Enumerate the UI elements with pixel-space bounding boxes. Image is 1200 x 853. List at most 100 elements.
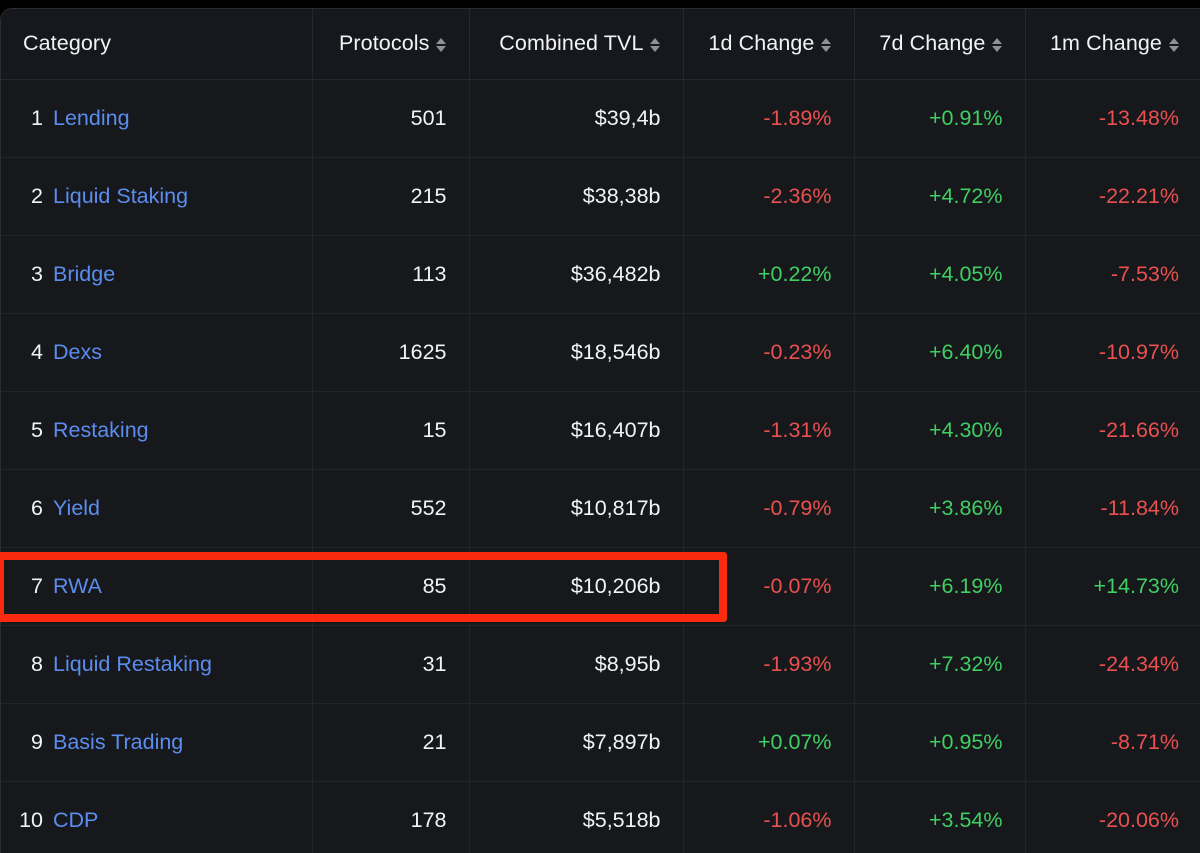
sort-arrows-icon[interactable]: [436, 37, 447, 52]
rank-number: 3: [31, 261, 43, 286]
cell-7d-change: +6.19%: [854, 547, 1026, 626]
category-link[interactable]: Liquid Staking: [53, 184, 188, 208]
column-header-inner: 7d Change: [877, 9, 1003, 79]
cell-1m-change: -21.66%: [1025, 391, 1200, 470]
cell-category: 8 Liquid Restaking: [1, 625, 313, 704]
cell-7d-change: +3.86%: [854, 469, 1026, 548]
cell-1d-change: -0.23%: [683, 313, 855, 392]
rank-number: 2: [31, 183, 43, 208]
cell-7d-change: +0.91%: [854, 79, 1026, 158]
category-tvl-table: Category Protocols Combined TVL 1d Change 7d…: [1, 9, 1200, 853]
category-link[interactable]: Yield: [53, 496, 100, 520]
table-row[interactable]: 1 Lending 501 $39,4b -1.89% +0.91% -13.48%: [1, 79, 1200, 158]
cell-category: 1 Lending: [1, 79, 313, 158]
sort-arrows-icon[interactable]: [821, 37, 832, 52]
cell-combined-tvl: $10,817b: [469, 469, 684, 548]
category-link[interactable]: RWA: [53, 574, 102, 598]
table-body: 1 Lending 501 $39,4b -1.89% +0.91% -13.48% 2 Liq…: [1, 79, 1200, 853]
column-header-d7[interactable]: 7d Change: [854, 9, 1026, 80]
column-header-protocols[interactable]: Protocols: [312, 9, 470, 80]
cell-protocols: 215: [312, 157, 470, 236]
cell-1d-change: +0.07%: [683, 703, 855, 782]
screenshot-root: Category Protocols Combined TVL 1d Change 7d…: [0, 0, 1200, 853]
cell-1d-change: -1.06%: [683, 781, 855, 853]
column-header-tvl[interactable]: Combined TVL: [469, 9, 684, 80]
table-row[interactable]: 3 Bridge 113 $36,482b +0.22% +4.05% -7.53%: [1, 235, 1200, 314]
column-header-inner: Category: [23, 9, 290, 79]
cell-7d-change: +7.32%: [854, 625, 1026, 704]
rank-number: 4: [31, 339, 43, 364]
sort-arrows-icon[interactable]: [1168, 37, 1179, 52]
table-row[interactable]: 5 Restaking 15 $16,407b -1.31% +4.30% -21.66%: [1, 391, 1200, 470]
cell-1d-change: -0.07%: [683, 547, 855, 626]
table-row[interactable]: 7 RWA 85 $10,206b -0.07% +6.19% +14.73%: [1, 547, 1200, 626]
category-link[interactable]: Dexs: [53, 340, 102, 364]
cell-combined-tvl: $10,206b: [469, 547, 684, 626]
column-header-category: Category: [1, 9, 313, 80]
cell-combined-tvl: $8,95b: [469, 625, 684, 704]
column-header-inner: Combined TVL: [492, 9, 661, 79]
cell-1d-change: -0.79%: [683, 469, 855, 548]
cell-category: 2 Liquid Staking: [1, 157, 313, 236]
table-row[interactable]: 4 Dexs 1625 $18,546b -0.23% +6.40% -10.97%: [1, 313, 1200, 392]
table-row[interactable]: 6 Yield 552 $10,817b -0.79% +3.86% -11.84%: [1, 469, 1200, 548]
cell-combined-tvl: $36,482b: [469, 235, 684, 314]
sort-arrows-icon[interactable]: [992, 37, 1003, 52]
column-header-label: Combined TVL: [499, 31, 644, 56]
column-header-m1[interactable]: 1m Change: [1025, 9, 1200, 80]
cell-1m-change: -22.21%: [1025, 157, 1200, 236]
cell-protocols: 21: [312, 703, 470, 782]
cell-combined-tvl: $18,546b: [469, 313, 684, 392]
cell-combined-tvl: $7,897b: [469, 703, 684, 782]
column-header-label: 7d Change: [879, 31, 986, 56]
cell-1m-change: -7.53%: [1025, 235, 1200, 314]
cell-7d-change: +4.30%: [854, 391, 1026, 470]
cell-protocols: 85: [312, 547, 470, 626]
category-link[interactable]: CDP: [53, 808, 98, 832]
table-row[interactable]: 10 CDP 178 $5,518b -1.06% +3.54% -20.06%: [1, 781, 1200, 853]
table-row[interactable]: 9 Basis Trading 21 $7,897b +0.07% +0.95% -8.71…: [1, 703, 1200, 782]
rank-number: 6: [31, 495, 43, 520]
cell-1d-change: -1.31%: [683, 391, 855, 470]
rank-number: 8: [31, 651, 43, 676]
table-header: Category Protocols Combined TVL 1d Change 7d…: [1, 9, 1200, 80]
column-header-label: Protocols: [338, 31, 430, 56]
cell-protocols: 501: [312, 79, 470, 158]
cell-1m-change: -10.97%: [1025, 313, 1200, 392]
cell-1m-change: +14.73%: [1025, 547, 1200, 626]
cell-protocols: 552: [312, 469, 470, 548]
cell-1m-change: -13.48%: [1025, 79, 1200, 158]
category-link[interactable]: Liquid Restaking: [53, 652, 212, 676]
column-header-label: 1d Change: [708, 31, 815, 56]
cell-category: 4 Dexs: [1, 313, 313, 392]
cell-7d-change: +0.95%: [854, 703, 1026, 782]
category-link[interactable]: Basis Trading: [53, 730, 183, 754]
column-header-d1[interactable]: 1d Change: [683, 9, 855, 80]
cell-1d-change: -2.36%: [683, 157, 855, 236]
table-row[interactable]: 2 Liquid Staking 215 $38,38b -2.36% +4.72% -22…: [1, 157, 1200, 236]
cell-1d-change: -1.89%: [683, 79, 855, 158]
rank-number: 9: [31, 729, 43, 754]
category-link[interactable]: Lending: [53, 106, 130, 130]
column-header-inner: 1m Change: [1048, 9, 1180, 79]
cell-protocols: 1625: [312, 313, 470, 392]
cell-7d-change: +4.05%: [854, 235, 1026, 314]
cell-category: 7 RWA: [1, 547, 313, 626]
table-row[interactable]: 8 Liquid Restaking 31 $8,95b -1.93% +7.32% -24…: [1, 625, 1200, 704]
rank-number: 7: [31, 573, 43, 598]
column-header-label: 1m Change: [1049, 31, 1162, 56]
cell-1d-change: +0.22%: [683, 235, 855, 314]
cell-category: 3 Bridge: [1, 235, 313, 314]
cell-protocols: 31: [312, 625, 470, 704]
cell-1m-change: -20.06%: [1025, 781, 1200, 853]
cell-protocols: 178: [312, 781, 470, 853]
cell-protocols: 113: [312, 235, 470, 314]
cell-7d-change: +3.54%: [854, 781, 1026, 853]
category-link[interactable]: Restaking: [53, 418, 149, 442]
cell-combined-tvl: $38,38b: [469, 157, 684, 236]
sort-arrows-icon[interactable]: [650, 37, 661, 52]
category-link[interactable]: Bridge: [53, 262, 115, 286]
cell-category: 6 Yield: [1, 469, 313, 548]
cell-1m-change: -24.34%: [1025, 625, 1200, 704]
rank-number: 10: [19, 807, 43, 832]
